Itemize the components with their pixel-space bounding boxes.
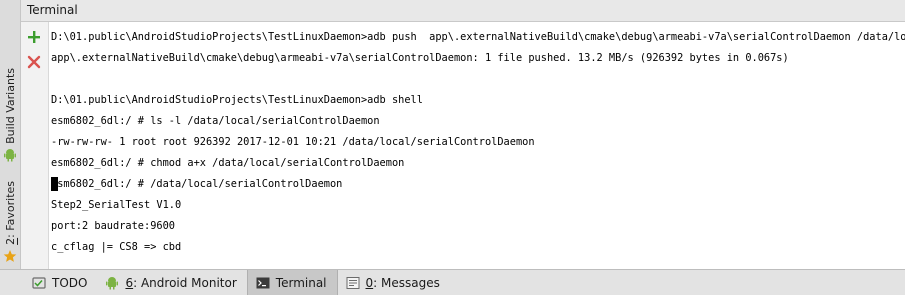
terminal-icon — [256, 277, 270, 288]
left-tool-strip: Build Variants 2: Favorites — [0, 0, 21, 270]
terminal-line: esm6802_6dl:/ # ls -l /data/local/serial… — [51, 115, 380, 127]
star-icon — [3, 249, 17, 262]
bottom-tool-bar: TODO 6: Android Monitor Terminal 0: Mess… — [0, 269, 905, 295]
terminal-toolbar — [21, 22, 49, 270]
todo-icon — [32, 276, 46, 289]
panel-title: Terminal — [27, 3, 78, 17]
tab-todo[interactable]: TODO — [24, 270, 97, 295]
build-variants-tab[interactable]: Build Variants — [0, 68, 20, 162]
tab-todo-label: TODO — [52, 275, 88, 290]
terminal-panel-header: Terminal — [21, 0, 905, 22]
close-session-icon[interactable] — [26, 54, 42, 70]
add-session-icon[interactable] — [26, 29, 42, 45]
terminal-line: esm6802_6dl:/ # chmod a+x /data/local/se… — [51, 157, 405, 169]
terminal-line: port:2 baudrate:9600 — [51, 220, 175, 232]
terminal-line: D:\01.public\AndroidStudioProjects\TestL… — [51, 31, 905, 43]
tab-android-monitor-label: 6: Android Monitor — [125, 275, 237, 290]
tab-terminal[interactable]: Terminal — [246, 270, 338, 295]
terminal-line: -rw-rw-rw- 1 root root 926392 2017-12-01… — [51, 136, 535, 148]
tab-messages[interactable]: 0: Messages — [338, 270, 450, 295]
build-variants-label: Build Variants — [3, 68, 17, 144]
favorites-label: 2: Favorites — [3, 181, 17, 245]
favorites-tab[interactable]: 2: Favorites — [0, 181, 20, 263]
android-icon — [106, 276, 119, 289]
tab-terminal-label: Terminal — [275, 275, 327, 290]
terminal-output[interactable]: D:\01.public\AndroidStudioProjects\TestL… — [49, 22, 905, 270]
terminal-line: c_cflag |= CS8 => cbd — [51, 241, 182, 253]
tab-android-monitor[interactable]: 6: Android Monitor — [97, 270, 246, 295]
android-icon — [4, 148, 16, 162]
messages-icon — [346, 276, 360, 289]
terminal-line: app\.externalNativeBuild\cmake\debug\arm… — [51, 52, 789, 64]
tab-messages-label: 0: Messages — [365, 275, 440, 290]
terminal-line: D:\01.public\AndroidStudioProjects\TestL… — [51, 94, 423, 106]
terminal-line: Step2_SerialTest V1.0 — [51, 199, 182, 211]
terminal-line: esm6802_6dl:/ # /data/local/serialContro… — [51, 178, 343, 190]
